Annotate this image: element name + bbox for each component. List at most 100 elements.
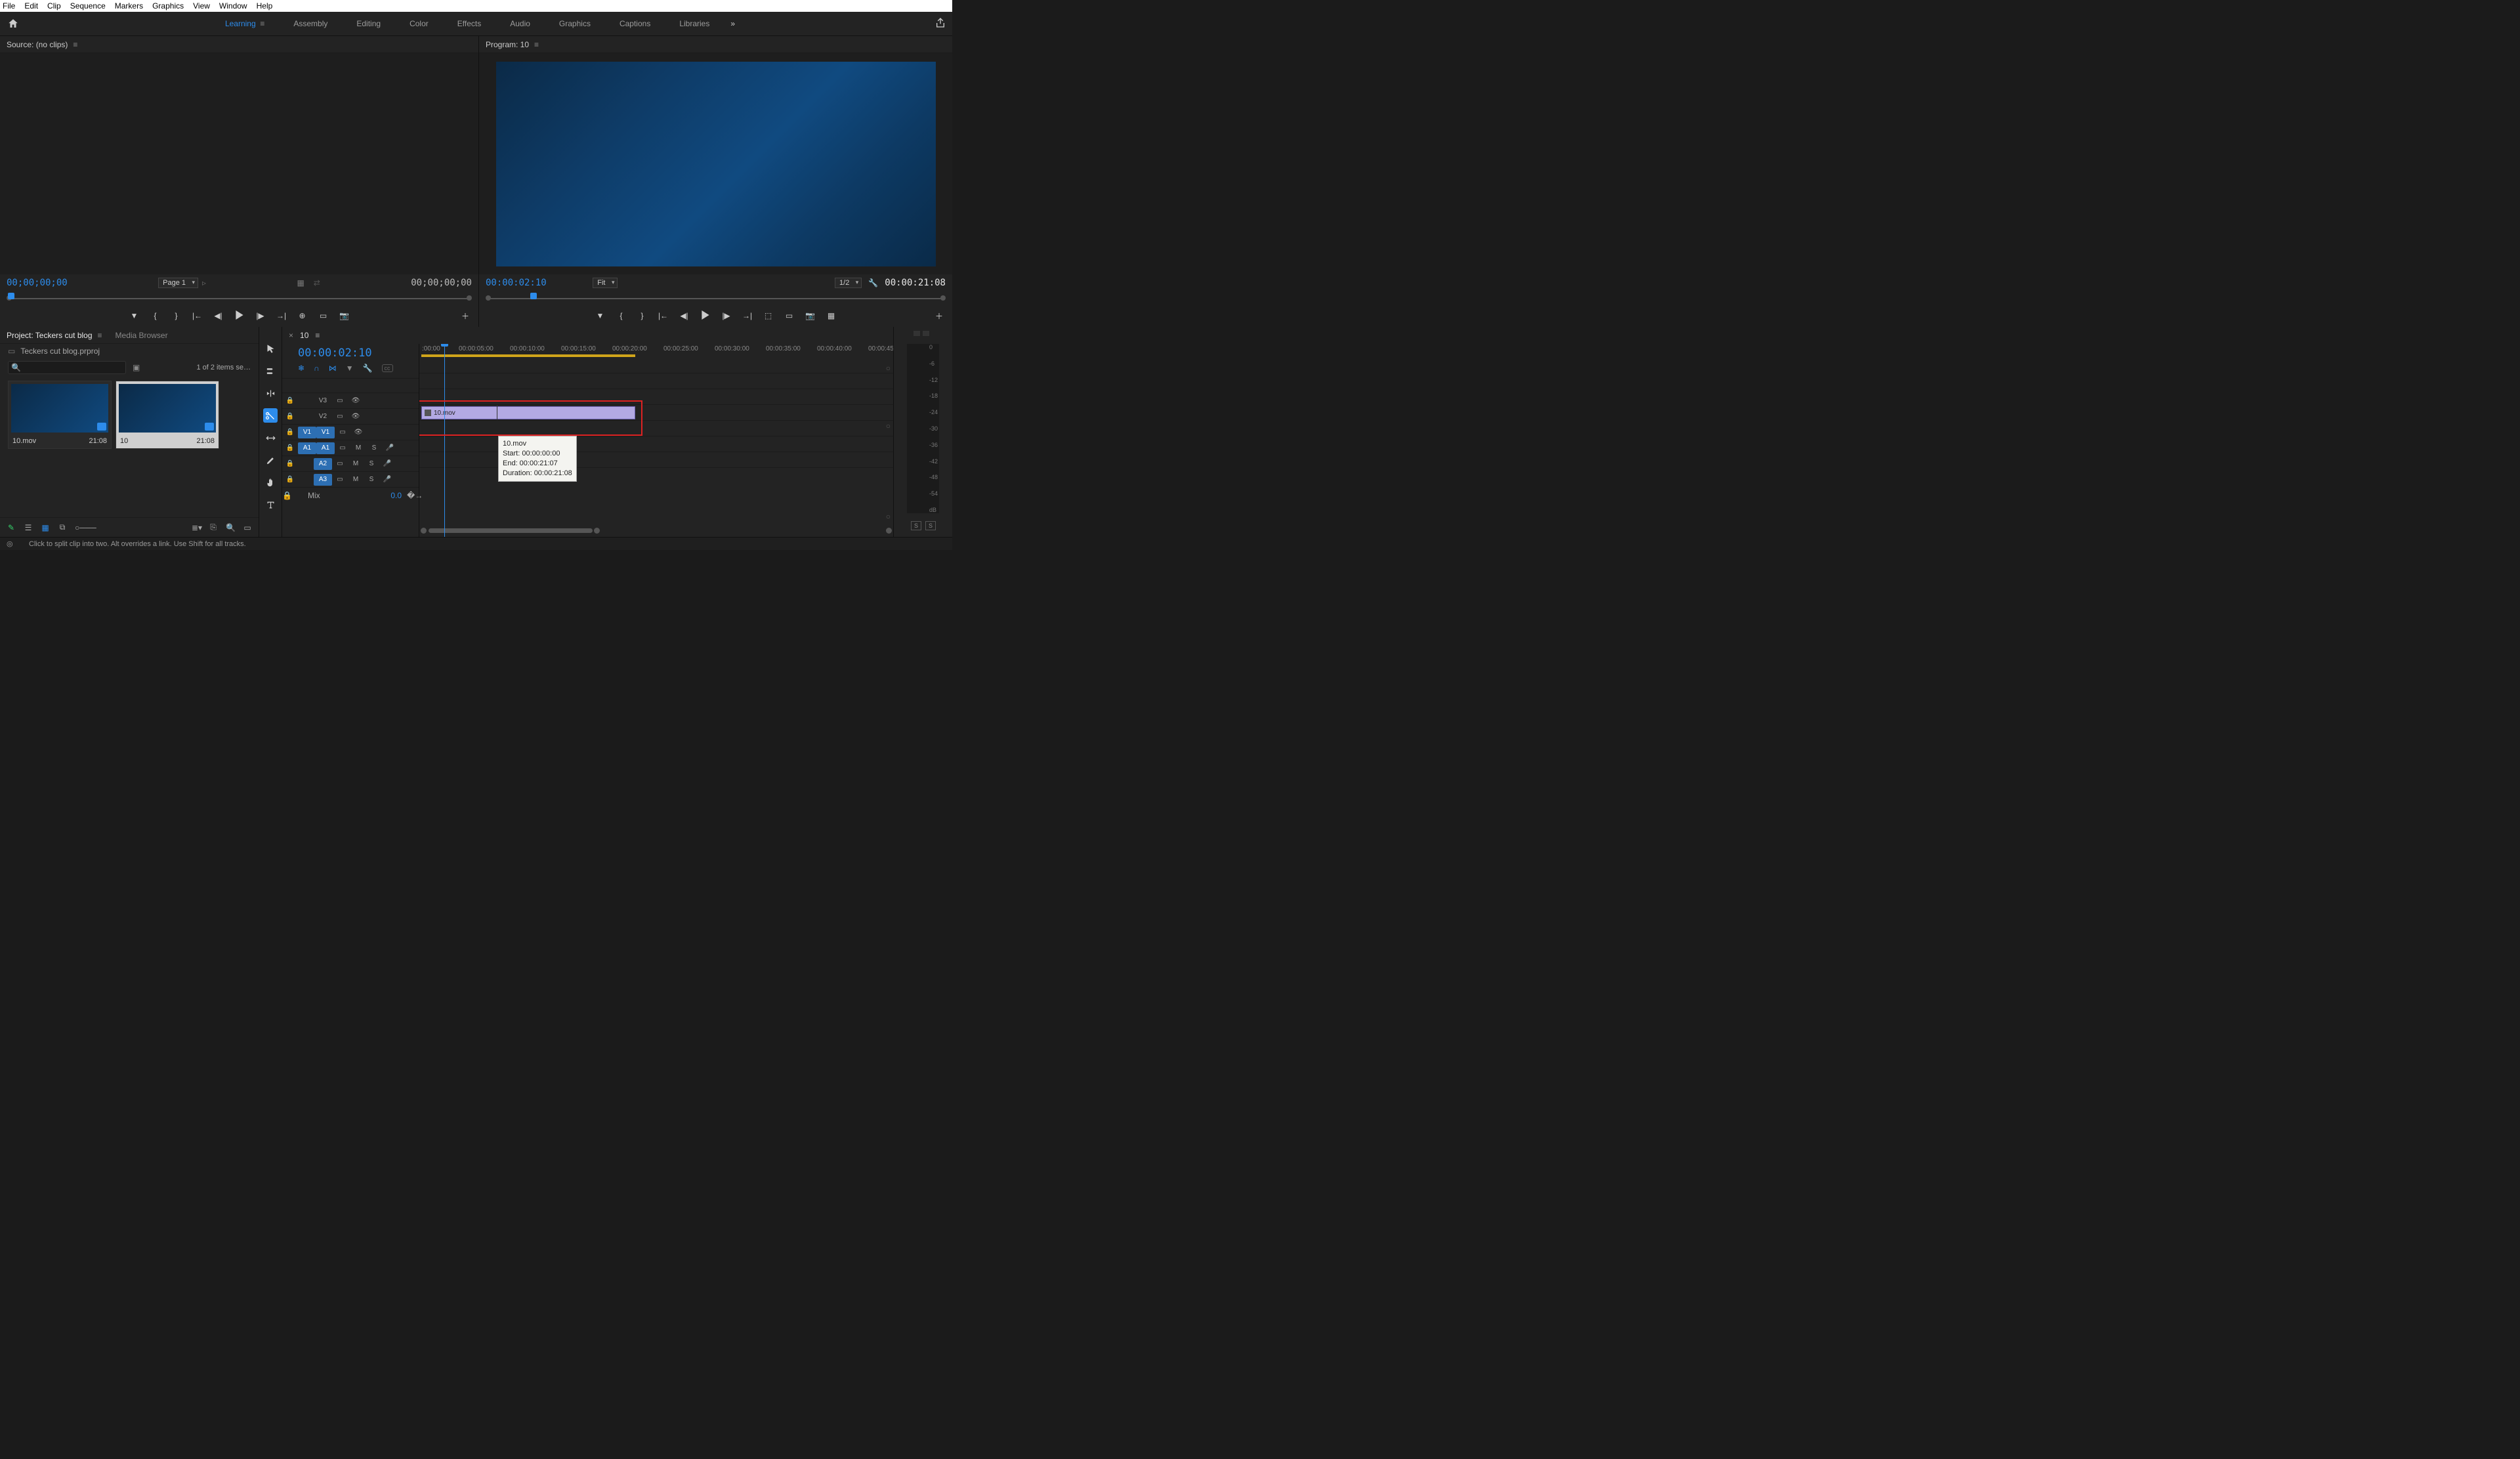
step-back-icon[interactable]: ◀|	[213, 311, 224, 320]
timeline-timecode[interactable]: 00:00:02:10	[282, 344, 419, 362]
source-page-select[interactable]: Page 1	[158, 278, 198, 288]
source-step-icon[interactable]: ▹	[202, 278, 206, 287]
menu-view[interactable]: View	[193, 1, 210, 11]
icon-view-icon[interactable]: ▦	[41, 523, 50, 532]
go-to-in-icon[interactable]: |←	[192, 311, 203, 320]
track-row-a1[interactable]	[419, 420, 893, 436]
track-header-v2[interactable]: 🔒V2▭👁	[282, 408, 419, 424]
source-tc-left[interactable]: 00;00;00;00	[7, 278, 68, 288]
source-settings-icon[interactable]: ⇄	[314, 278, 320, 287]
new-folder-icon[interactable]: ▭	[243, 523, 252, 532]
meter-clip-right[interactable]	[923, 331, 929, 336]
step-forward-icon[interactable]: |▶	[721, 311, 732, 320]
transport-add-button-icon[interactable]: ＋	[935, 310, 943, 322]
program-scrub[interactable]	[486, 293, 946, 305]
ripple-edit-tool-icon[interactable]	[263, 386, 278, 400]
source-scrub[interactable]	[7, 293, 472, 305]
play-icon[interactable]	[234, 310, 245, 322]
menu-markers[interactable]: Markers	[115, 1, 143, 11]
menu-help[interactable]: Help	[257, 1, 273, 11]
program-panel-menu-icon[interactable]: ≡	[534, 40, 539, 49]
playhead[interactable]	[444, 344, 445, 537]
type-tool-icon[interactable]	[263, 497, 278, 512]
share-icon[interactable]	[935, 18, 946, 30]
track-header-a2[interactable]: 🔒A2▭MS🎤	[282, 455, 419, 471]
write-pen-icon[interactable]: ✎	[7, 523, 16, 532]
program-zoom-select[interactable]: 1/2	[835, 278, 862, 288]
add-marker-icon[interactable]: ▼	[129, 311, 140, 320]
hand-tool-icon[interactable]	[263, 475, 278, 490]
snap-icon[interactable]: ∩	[314, 364, 320, 373]
menu-graphics[interactable]: Graphics	[152, 1, 184, 11]
track-header-a1[interactable]: 🔒A1A1▭MS🎤	[282, 440, 419, 455]
program-tc-left[interactable]: 00:00:02:10	[486, 278, 547, 288]
track-row-a2[interactable]	[419, 436, 893, 452]
clip-card[interactable]: 10.mov21:08	[8, 381, 112, 449]
mark-out-icon[interactable]: }	[637, 311, 648, 320]
mark-out-icon[interactable]: }	[171, 311, 182, 320]
project-tab-menu-icon[interactable]: ≡	[98, 331, 102, 340]
play-icon[interactable]	[700, 310, 711, 322]
timeline-panel-menu-icon[interactable]: ≡	[315, 331, 320, 340]
settings-tl-icon[interactable]: 🔧	[363, 364, 373, 373]
workspace-audio[interactable]: Audio	[495, 12, 545, 35]
pen-tool-icon[interactable]	[263, 453, 278, 467]
snapshot-icon[interactable]: 📷	[805, 311, 816, 320]
wrench-icon[interactable]: 🔧	[868, 278, 878, 287]
marker-tl-icon[interactable]: ▼	[346, 364, 354, 373]
razor-tool-icon[interactable]	[263, 408, 278, 423]
program-fit-select[interactable]: Fit	[593, 278, 618, 288]
step-forward-icon[interactable]: |▶	[255, 311, 266, 320]
track-row-v3[interactable]	[419, 373, 893, 389]
track-row-v1[interactable]: 10.mov	[419, 404, 893, 420]
selection-tool-icon[interactable]	[263, 341, 278, 356]
solo-left-button[interactable]: S	[911, 521, 921, 530]
linked-selection-icon[interactable]: ⋈	[329, 364, 337, 373]
track-row-mix[interactable]	[419, 467, 893, 483]
track-header-a3[interactable]: 🔒A3▭MS🎤	[282, 471, 419, 487]
workspace-libraries[interactable]: Libraries	[665, 12, 724, 35]
close-sequence-icon[interactable]: ×	[289, 331, 293, 340]
sort-icon[interactable]: ≣▾	[192, 523, 201, 532]
menu-clip[interactable]: Clip	[47, 1, 61, 11]
nest-icon[interactable]: ❄	[298, 364, 304, 373]
track-select-tool-icon[interactable]	[263, 364, 278, 378]
track-row-a3[interactable]	[419, 452, 893, 467]
overwrite-icon[interactable]: ▭	[318, 311, 329, 320]
creative-cloud-icon[interactable]: ◎	[7, 539, 16, 548]
menu-sequence[interactable]: Sequence	[70, 1, 106, 11]
zoom-slider[interactable]: ○───	[75, 523, 84, 532]
snapshot-icon[interactable]: 📷	[339, 311, 350, 320]
sequence-tab[interactable]: 10	[300, 331, 308, 340]
track-header-v3[interactable]: 🔒V3▭👁	[282, 392, 419, 408]
media-browser-tab[interactable]: Media Browser	[116, 331, 168, 340]
workspace-captions[interactable]: Captions	[605, 12, 665, 35]
step-back-icon[interactable]: ◀|	[679, 311, 690, 320]
go-to-out-icon[interactable]: →|	[276, 311, 287, 320]
work-area-bar[interactable]	[421, 354, 635, 357]
workspace-overflow-icon[interactable]: »	[724, 19, 742, 28]
add-marker-icon[interactable]: ▼	[595, 311, 606, 320]
source-panel-menu-icon[interactable]: ≡	[73, 40, 77, 49]
timeline-hscroll[interactable]	[419, 525, 893, 537]
insert-icon[interactable]: ⊕	[297, 311, 308, 320]
cc-tl-icon[interactable]: cc	[382, 364, 393, 372]
automate-icon[interactable]: ⎘	[209, 522, 218, 532]
go-to-in-icon[interactable]: |←	[658, 311, 669, 320]
clip-card[interactable]: 1021:08	[116, 381, 219, 449]
list-view-icon[interactable]: ☰	[24, 523, 33, 532]
slip-tool-icon[interactable]	[263, 431, 278, 445]
workspace-editing[interactable]: Editing	[342, 12, 395, 35]
program-monitor[interactable]	[479, 53, 952, 274]
lift-icon[interactable]: ⬚	[763, 311, 774, 320]
timeline-clip[interactable]: 10.mov	[421, 406, 635, 419]
extract-icon[interactable]: ▭	[784, 311, 795, 320]
track-header-mix[interactable]: 🔒Mix0.0�→	[282, 487, 419, 503]
solo-right-button[interactable]: S	[925, 521, 936, 530]
workspace-color[interactable]: Color	[395, 12, 443, 35]
search-input[interactable]: 🔍	[8, 361, 126, 374]
source-panel-title[interactable]: Source: (no clips)	[7, 40, 68, 49]
workspace-graphics[interactable]: Graphics	[545, 12, 605, 35]
menu-window[interactable]: Window	[219, 1, 247, 11]
menu-edit[interactable]: Edit	[24, 1, 38, 11]
